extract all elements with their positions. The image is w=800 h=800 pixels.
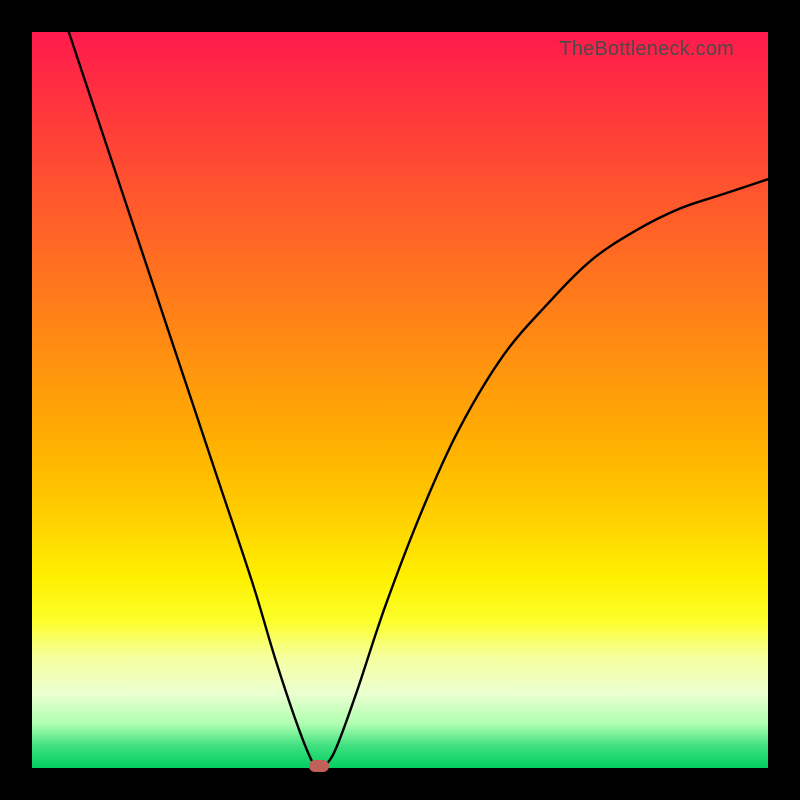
bottleneck-curve [32,32,768,768]
plot-area: TheBottleneck.com [32,32,768,768]
minimum-marker-icon [309,760,329,772]
chart-frame: TheBottleneck.com [0,0,800,800]
